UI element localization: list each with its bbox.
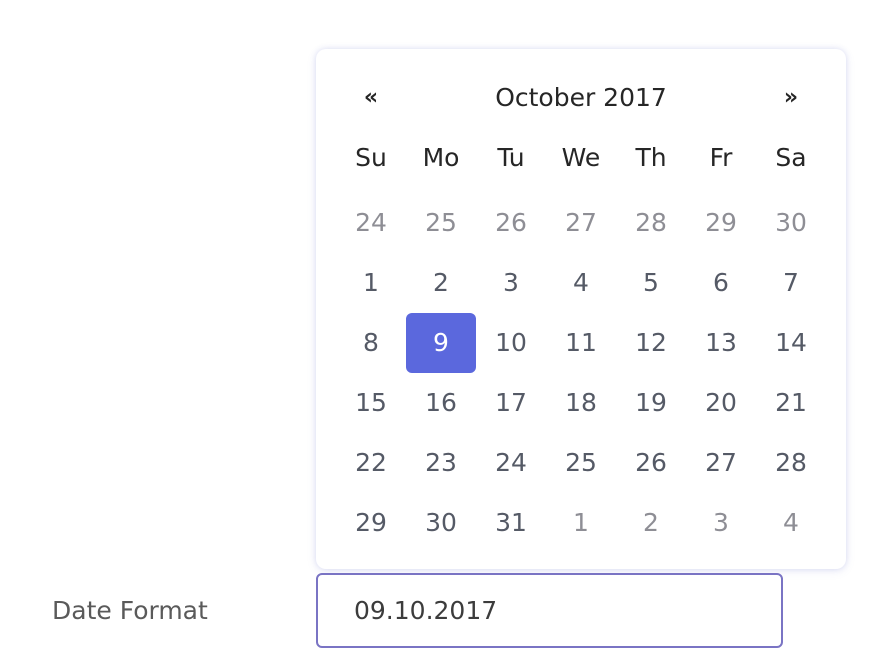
weekday-label: We — [561, 143, 601, 172]
calendar-day[interactable]: 8 — [336, 313, 406, 373]
calendar-week-row: 15 16 17 18 19 20 21 — [336, 373, 826, 433]
calendar-day[interactable]: 18 — [546, 373, 616, 433]
calendar-day[interactable]: 19 — [616, 373, 686, 433]
weekday-header-row: Su Mo Tu We Th Fr Sa — [336, 133, 826, 193]
prev-month-button[interactable]: « — [336, 73, 406, 123]
calendar-day[interactable]: 25 — [406, 193, 476, 253]
datepicker-popup: « October 2017 » Su Mo Tu We Th Fr Sa 24… — [316, 49, 846, 569]
page: « October 2017 » Su Mo Tu We Th Fr Sa 24… — [0, 0, 869, 669]
calendar-day[interactable]: 21 — [756, 373, 826, 433]
calendar-day[interactable]: 20 — [686, 373, 756, 433]
calendar-day[interactable]: 28 — [616, 193, 686, 253]
calendar-day[interactable]: 29 — [336, 493, 406, 553]
calendar-day[interactable]: 13 — [686, 313, 756, 373]
calendar-weeks: 24 25 26 27 28 29 30 1 2 3 4 5 6 7 8 9 10 11 12 13 14 15 16 17 1… — [336, 193, 826, 553]
calendar-day[interactable]: 3 — [686, 493, 756, 553]
weekday-label: Fr — [709, 143, 733, 172]
calendar-day-selected[interactable]: 9 — [406, 313, 476, 373]
calendar-day[interactable]: 22 — [336, 433, 406, 493]
calendar-day[interactable]: 26 — [616, 433, 686, 493]
calendar-day[interactable]: 30 — [756, 193, 826, 253]
calendar-day[interactable]: 1 — [546, 493, 616, 553]
calendar-day[interactable]: 28 — [756, 433, 826, 493]
date-format-label: Date Format — [52, 596, 208, 625]
weekday-label: Sa — [775, 143, 807, 172]
calendar-day[interactable]: 26 — [476, 193, 546, 253]
weekday-label: Su — [355, 143, 387, 172]
calendar-day[interactable]: 24 — [336, 193, 406, 253]
month-year-title[interactable]: October 2017 — [406, 73, 756, 123]
calendar-week-row: 22 23 24 25 26 27 28 — [336, 433, 826, 493]
calendar-day[interactable]: 4 — [546, 253, 616, 313]
calendar-day[interactable]: 4 — [756, 493, 826, 553]
calendar-day[interactable]: 16 — [406, 373, 476, 433]
calendar-day[interactable]: 14 — [756, 313, 826, 373]
calendar-day[interactable]: 1 — [336, 253, 406, 313]
weekday-label: Tu — [497, 143, 525, 172]
calendar-day[interactable]: 25 — [546, 433, 616, 493]
calendar-day[interactable]: 2 — [616, 493, 686, 553]
calendar-week-row: 29 30 31 1 2 3 4 — [336, 493, 826, 553]
weekday-label: Mo — [422, 143, 460, 172]
calendar-day[interactable]: 29 — [686, 193, 756, 253]
calendar-day[interactable]: 17 — [476, 373, 546, 433]
calendar-day[interactable]: 24 — [476, 433, 546, 493]
calendar-day[interactable]: 23 — [406, 433, 476, 493]
calendar-week-row: 8 9 10 11 12 13 14 — [336, 313, 826, 373]
calendar-week-row: 24 25 26 27 28 29 30 — [336, 193, 826, 253]
calendar-day[interactable]: 31 — [476, 493, 546, 553]
date-input[interactable] — [316, 573, 783, 648]
calendar-day[interactable]: 15 — [336, 373, 406, 433]
calendar-day[interactable]: 27 — [546, 193, 616, 253]
next-month-button[interactable]: » — [756, 73, 826, 123]
calendar-day[interactable]: 27 — [686, 433, 756, 493]
calendar-day[interactable]: 3 — [476, 253, 546, 313]
calendar-day[interactable]: 30 — [406, 493, 476, 553]
calendar-day[interactable]: 6 — [686, 253, 756, 313]
calendar-day[interactable]: 5 — [616, 253, 686, 313]
datepicker-header: « October 2017 » — [336, 73, 826, 123]
calendar-day[interactable]: 12 — [616, 313, 686, 373]
calendar-day[interactable]: 7 — [756, 253, 826, 313]
weekday-label: Th — [635, 143, 667, 172]
calendar-day[interactable]: 10 — [476, 313, 546, 373]
calendar-grid: Su Mo Tu We Th Fr Sa 24 25 26 27 28 29 30 1 2 3 4 5… — [336, 133, 826, 553]
calendar-week-row: 1234567 — [336, 253, 826, 313]
calendar-day[interactable]: 2 — [406, 253, 476, 313]
calendar-day[interactable]: 11 — [546, 313, 616, 373]
